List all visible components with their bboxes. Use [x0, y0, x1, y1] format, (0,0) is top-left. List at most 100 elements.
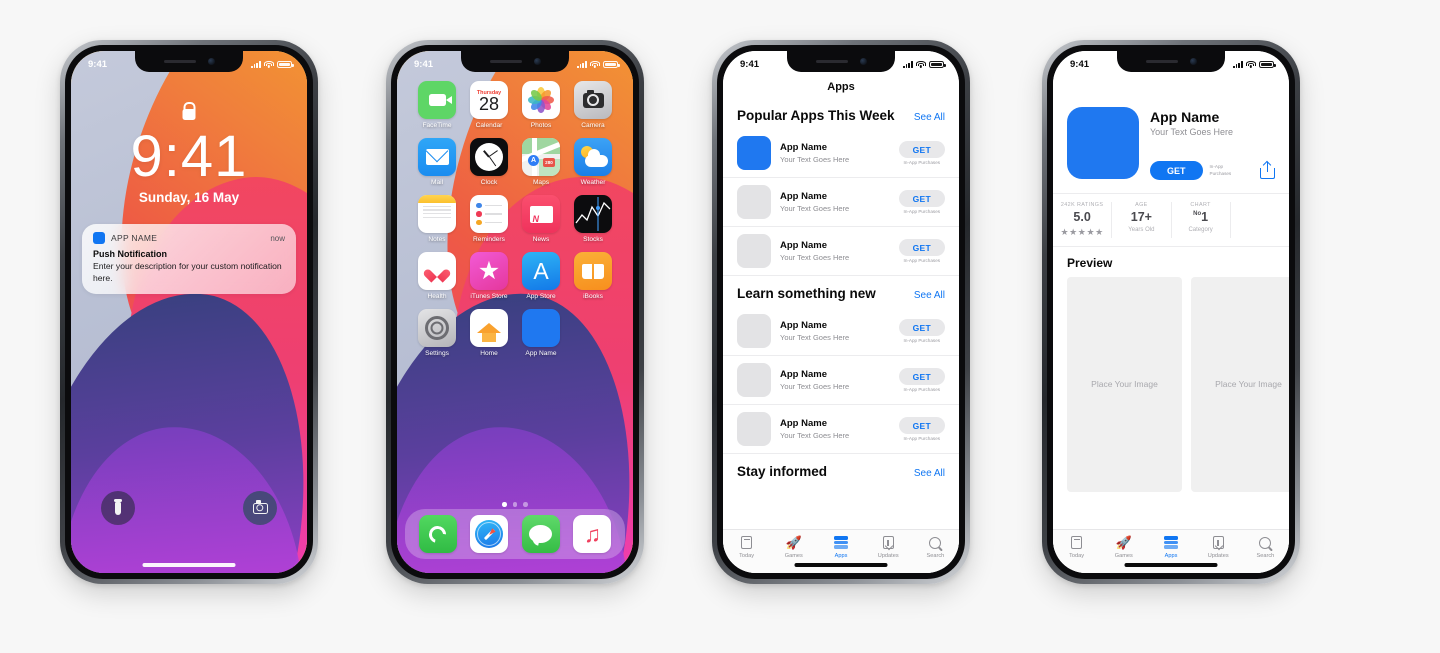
preview-placeholder[interactable]: Place Your Image — [1067, 276, 1182, 492]
maps-icon: A 280 — [522, 138, 560, 176]
home-indicator[interactable] — [794, 563, 888, 567]
tab-games[interactable]: 🚀 Games — [1100, 535, 1147, 559]
app-label: Calendar — [475, 122, 503, 129]
tab-label: Updates — [877, 552, 899, 559]
stat-label: 242K RATINGS — [1060, 202, 1104, 208]
preview-placeholder[interactable]: Place Your Image — [1191, 276, 1289, 492]
phone-bezel: 9:41 FaceTime Thursday 28 Calendar Photo… — [391, 45, 639, 579]
messages-icon[interactable] — [521, 515, 560, 553]
app-store-screen: 9:41 Apps Popular Apps This Week See All — [723, 51, 959, 573]
music-icon[interactable]: ♫ — [573, 515, 612, 553]
app-icon-clock[interactable]: Clock — [466, 138, 512, 186]
section-header-popular: Popular Apps This Week See All — [723, 98, 959, 129]
table-row[interactable]: App Name Your Text Goes Here GET In-App … — [723, 307, 959, 356]
app-icon-photos[interactable]: Photos — [518, 81, 564, 129]
get-button[interactable]: GET — [898, 417, 945, 434]
stat-footer: Years Old — [1128, 226, 1155, 233]
battery-icon — [929, 60, 946, 69]
tab-apps[interactable]: Apps — [1147, 535, 1194, 559]
status-indicators — [1232, 60, 1276, 69]
camera-button[interactable] — [243, 491, 277, 525]
see-all-link[interactable]: See All — [914, 468, 945, 479]
app-label: Reminders — [473, 236, 505, 243]
notch — [787, 51, 895, 72]
in-app-purchases-label: In-App Purchases — [903, 258, 941, 263]
app-icon-news[interactable]: N News — [518, 195, 564, 243]
notification-header: APP NAME now — [93, 232, 285, 244]
get-button[interactable]: GET — [898, 239, 945, 256]
tab-today[interactable]: Today — [1053, 535, 1100, 559]
wifi-icon — [1246, 60, 1256, 69]
app-icon-health[interactable]: Health — [414, 252, 460, 300]
table-row[interactable]: App Name Your Text Goes Here GET In-App … — [723, 405, 959, 454]
notch — [1117, 51, 1225, 72]
tab-search[interactable]: Search — [1242, 535, 1289, 559]
app-icon-mail[interactable]: Mail — [414, 138, 460, 186]
app-icon-stocks[interactable]: Stocks — [570, 195, 616, 243]
stat-chart: CHART No1 Category — [1172, 202, 1231, 238]
get-button[interactable]: GET — [898, 190, 945, 207]
app-icon-itunes-store[interactable]: ★ iTunes Store — [466, 252, 512, 300]
phone-bezel: 9:41 Apps Popular Apps This Week See All — [717, 45, 965, 579]
get-button[interactable]: GET — [898, 368, 945, 385]
stat-label: AGE — [1135, 202, 1148, 208]
rocket-icon: 🚀 — [1115, 535, 1132, 550]
row-text: App Name Your Text Goes Here — [780, 320, 890, 342]
app-icon-notes[interactable]: Notes — [414, 195, 460, 243]
tab-updates[interactable]: Updates — [865, 535, 912, 559]
mockup-canvas: 9:41 9:41 Sunday, 16 May APP NAME now Pu… — [0, 0, 1440, 653]
app-label: News — [532, 236, 550, 243]
app-icon-ibooks[interactable]: iBooks — [570, 252, 616, 300]
wifi-icon — [916, 60, 926, 69]
search-icon — [928, 535, 943, 550]
table-row[interactable]: App Name Your Text Goes Here GET In-App … — [723, 178, 959, 227]
tab-label: Today — [1069, 552, 1085, 559]
app-icon-app-store[interactable]: A App Store — [518, 252, 564, 300]
page-indicator[interactable] — [397, 502, 633, 507]
app-icon-home[interactable]: Home — [466, 309, 512, 357]
see-all-link[interactable]: See All — [914, 112, 945, 123]
tab-updates[interactable]: Updates — [1195, 535, 1242, 559]
table-row[interactable]: App Name Your Text Goes Here GET In-App … — [723, 356, 959, 405]
app-label: Camera — [581, 122, 605, 129]
home-indicator[interactable] — [1124, 563, 1218, 567]
tab-today[interactable]: Today — [723, 535, 770, 559]
app-icon-custom[interactable]: App Name — [518, 309, 564, 357]
get-button[interactable]: GET — [1150, 161, 1203, 180]
table-row[interactable]: App Name Your Text Goes Here GET In-App … — [723, 129, 959, 178]
row-app-icon — [737, 185, 771, 219]
status-indicators — [250, 60, 294, 69]
in-app-purchases-label: In-App Purchases — [903, 209, 941, 214]
row-app-icon — [737, 412, 771, 446]
app-icon-camera[interactable]: Camera — [570, 81, 616, 129]
phone-icon[interactable] — [418, 515, 457, 553]
get-button[interactable]: GET — [898, 319, 945, 336]
table-row[interactable]: App Name Your Text Goes Here GET In-App … — [723, 227, 959, 276]
home-indicator[interactable] — [469, 563, 562, 567]
home-indicator[interactable] — [142, 563, 236, 567]
see-all-link[interactable]: See All — [914, 290, 945, 301]
flashlight-button[interactable] — [101, 491, 135, 525]
in-app-purchases-label: In-App Purchases — [903, 387, 941, 392]
app-icon-reminders[interactable]: Reminders — [466, 195, 512, 243]
app-icon-maps[interactable]: A 280 Maps — [518, 138, 564, 186]
tab-apps[interactable]: Apps — [817, 535, 864, 559]
row-app-name: App Name — [780, 369, 827, 381]
safari-icon[interactable] — [470, 515, 509, 553]
app-icon-settings[interactable]: Settings — [414, 309, 460, 357]
battery-icon — [277, 60, 294, 69]
app-icon-calendar[interactable]: Thursday 28 Calendar — [466, 81, 512, 129]
app-icon-weather[interactable]: Weather — [570, 138, 616, 186]
preview-gallery[interactable]: Place Your Image Place Your Image — [1053, 276, 1289, 492]
news-icon: N — [522, 195, 560, 233]
app-icon-facetime[interactable]: FaceTime — [414, 81, 460, 129]
share-icon[interactable] — [1260, 162, 1275, 179]
tab-search[interactable]: Search — [912, 535, 959, 559]
camera-icon — [252, 500, 268, 514]
phone-bezel: 9:41 9:41 Sunday, 16 May APP NAME now Pu… — [65, 45, 313, 579]
stat-value-number: 1 — [1201, 210, 1209, 224]
get-button[interactable]: GET — [898, 141, 945, 158]
phone-home-screen: 9:41 FaceTime Thursday 28 Calendar Photo… — [386, 40, 644, 584]
tab-games[interactable]: 🚀 Games — [770, 535, 817, 559]
push-notification[interactable]: APP NAME now Push Notification Enter you… — [82, 224, 296, 295]
